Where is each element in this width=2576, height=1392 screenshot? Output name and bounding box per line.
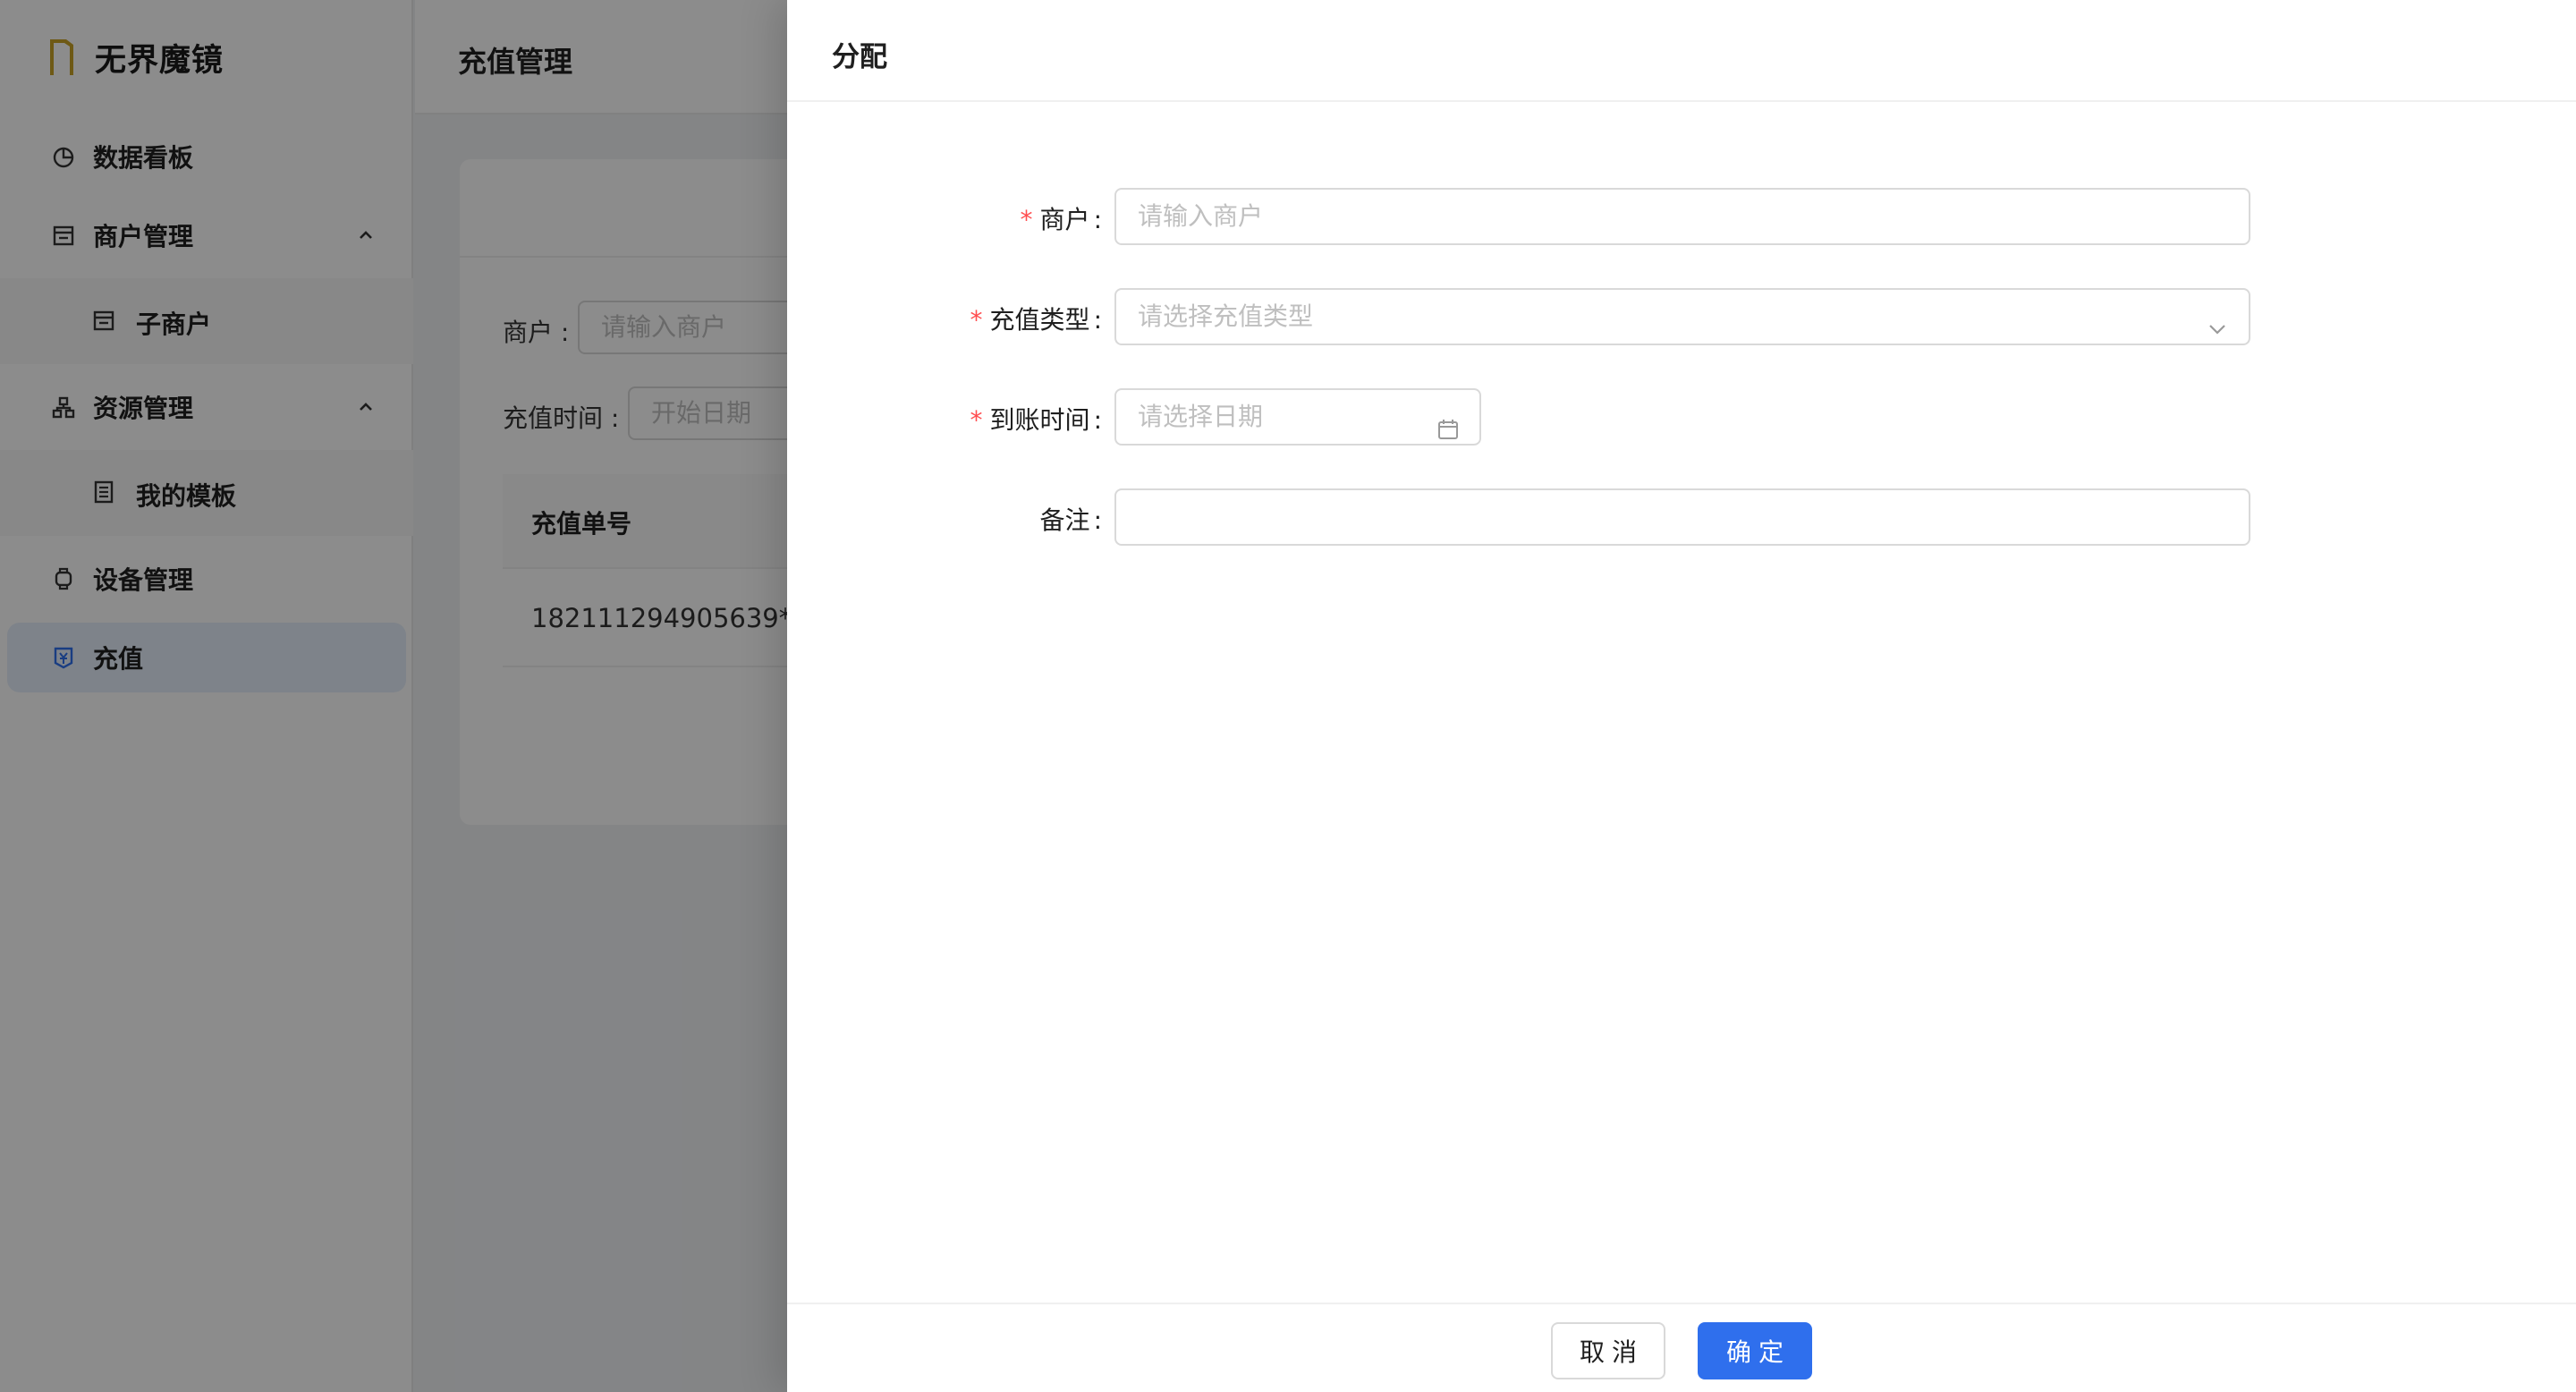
arrival-date-placeholder: 请选择日期 xyxy=(1138,402,1264,431)
cancel-button[interactable]: 取消 xyxy=(1551,1322,1665,1379)
arrival-time-label: * 到账时间: xyxy=(970,401,1102,437)
drawer-title: 分配 xyxy=(832,41,887,73)
chevron-down-icon xyxy=(2206,306,2229,335)
label-colon: : xyxy=(1093,505,1102,535)
form-row-remark: 备注: xyxy=(787,488,2576,546)
merchant-label-text: 商户 xyxy=(1039,205,1090,234)
form-row-arrival-time: * 到账时间: 请选择日期 xyxy=(787,388,2576,446)
form-row-recharge-type: * 充值类型: 请选择充值类型 xyxy=(787,288,2576,345)
required-mark: * xyxy=(970,405,983,435)
recharge-type-select[interactable]: 请选择充值类型 xyxy=(1114,288,2250,345)
drawer-footer: 取消 确定 xyxy=(787,1303,2576,1392)
form-row-merchant: * 商户: 请输入商户 xyxy=(787,188,2576,245)
arrival-date-picker[interactable]: 请选择日期 xyxy=(1114,388,1481,446)
calendar-icon xyxy=(1436,406,1460,439)
confirm-button[interactable]: 确定 xyxy=(1698,1322,1812,1379)
remark-input[interactable] xyxy=(1114,488,2250,546)
required-mark: * xyxy=(1020,205,1033,234)
label-colon: : xyxy=(1093,305,1102,335)
merchant-input[interactable]: 请输入商户 xyxy=(1114,188,2250,245)
label-colon: : xyxy=(1093,405,1102,435)
label-colon: : xyxy=(1093,205,1102,234)
recharge-type-placeholder: 请选择充值类型 xyxy=(1138,301,1314,331)
recharge-type-label-text: 充值类型 xyxy=(989,305,1090,335)
remark-label-text: 备注 xyxy=(1039,505,1090,535)
allocate-drawer: 分配 * 商户: 请输入商户 * 充值类型: 请选择充值类型 * 到账时间: 请选择日… xyxy=(787,0,2576,1392)
remark-label: 备注: xyxy=(1040,501,1102,537)
arrival-time-label-text: 到账时间 xyxy=(989,405,1090,435)
merchant-label: * 商户: xyxy=(1021,200,1102,236)
drawer-header: 分配 xyxy=(787,0,2576,102)
recharge-type-label: * 充值类型: xyxy=(970,301,1102,336)
required-mark: * xyxy=(970,305,983,335)
